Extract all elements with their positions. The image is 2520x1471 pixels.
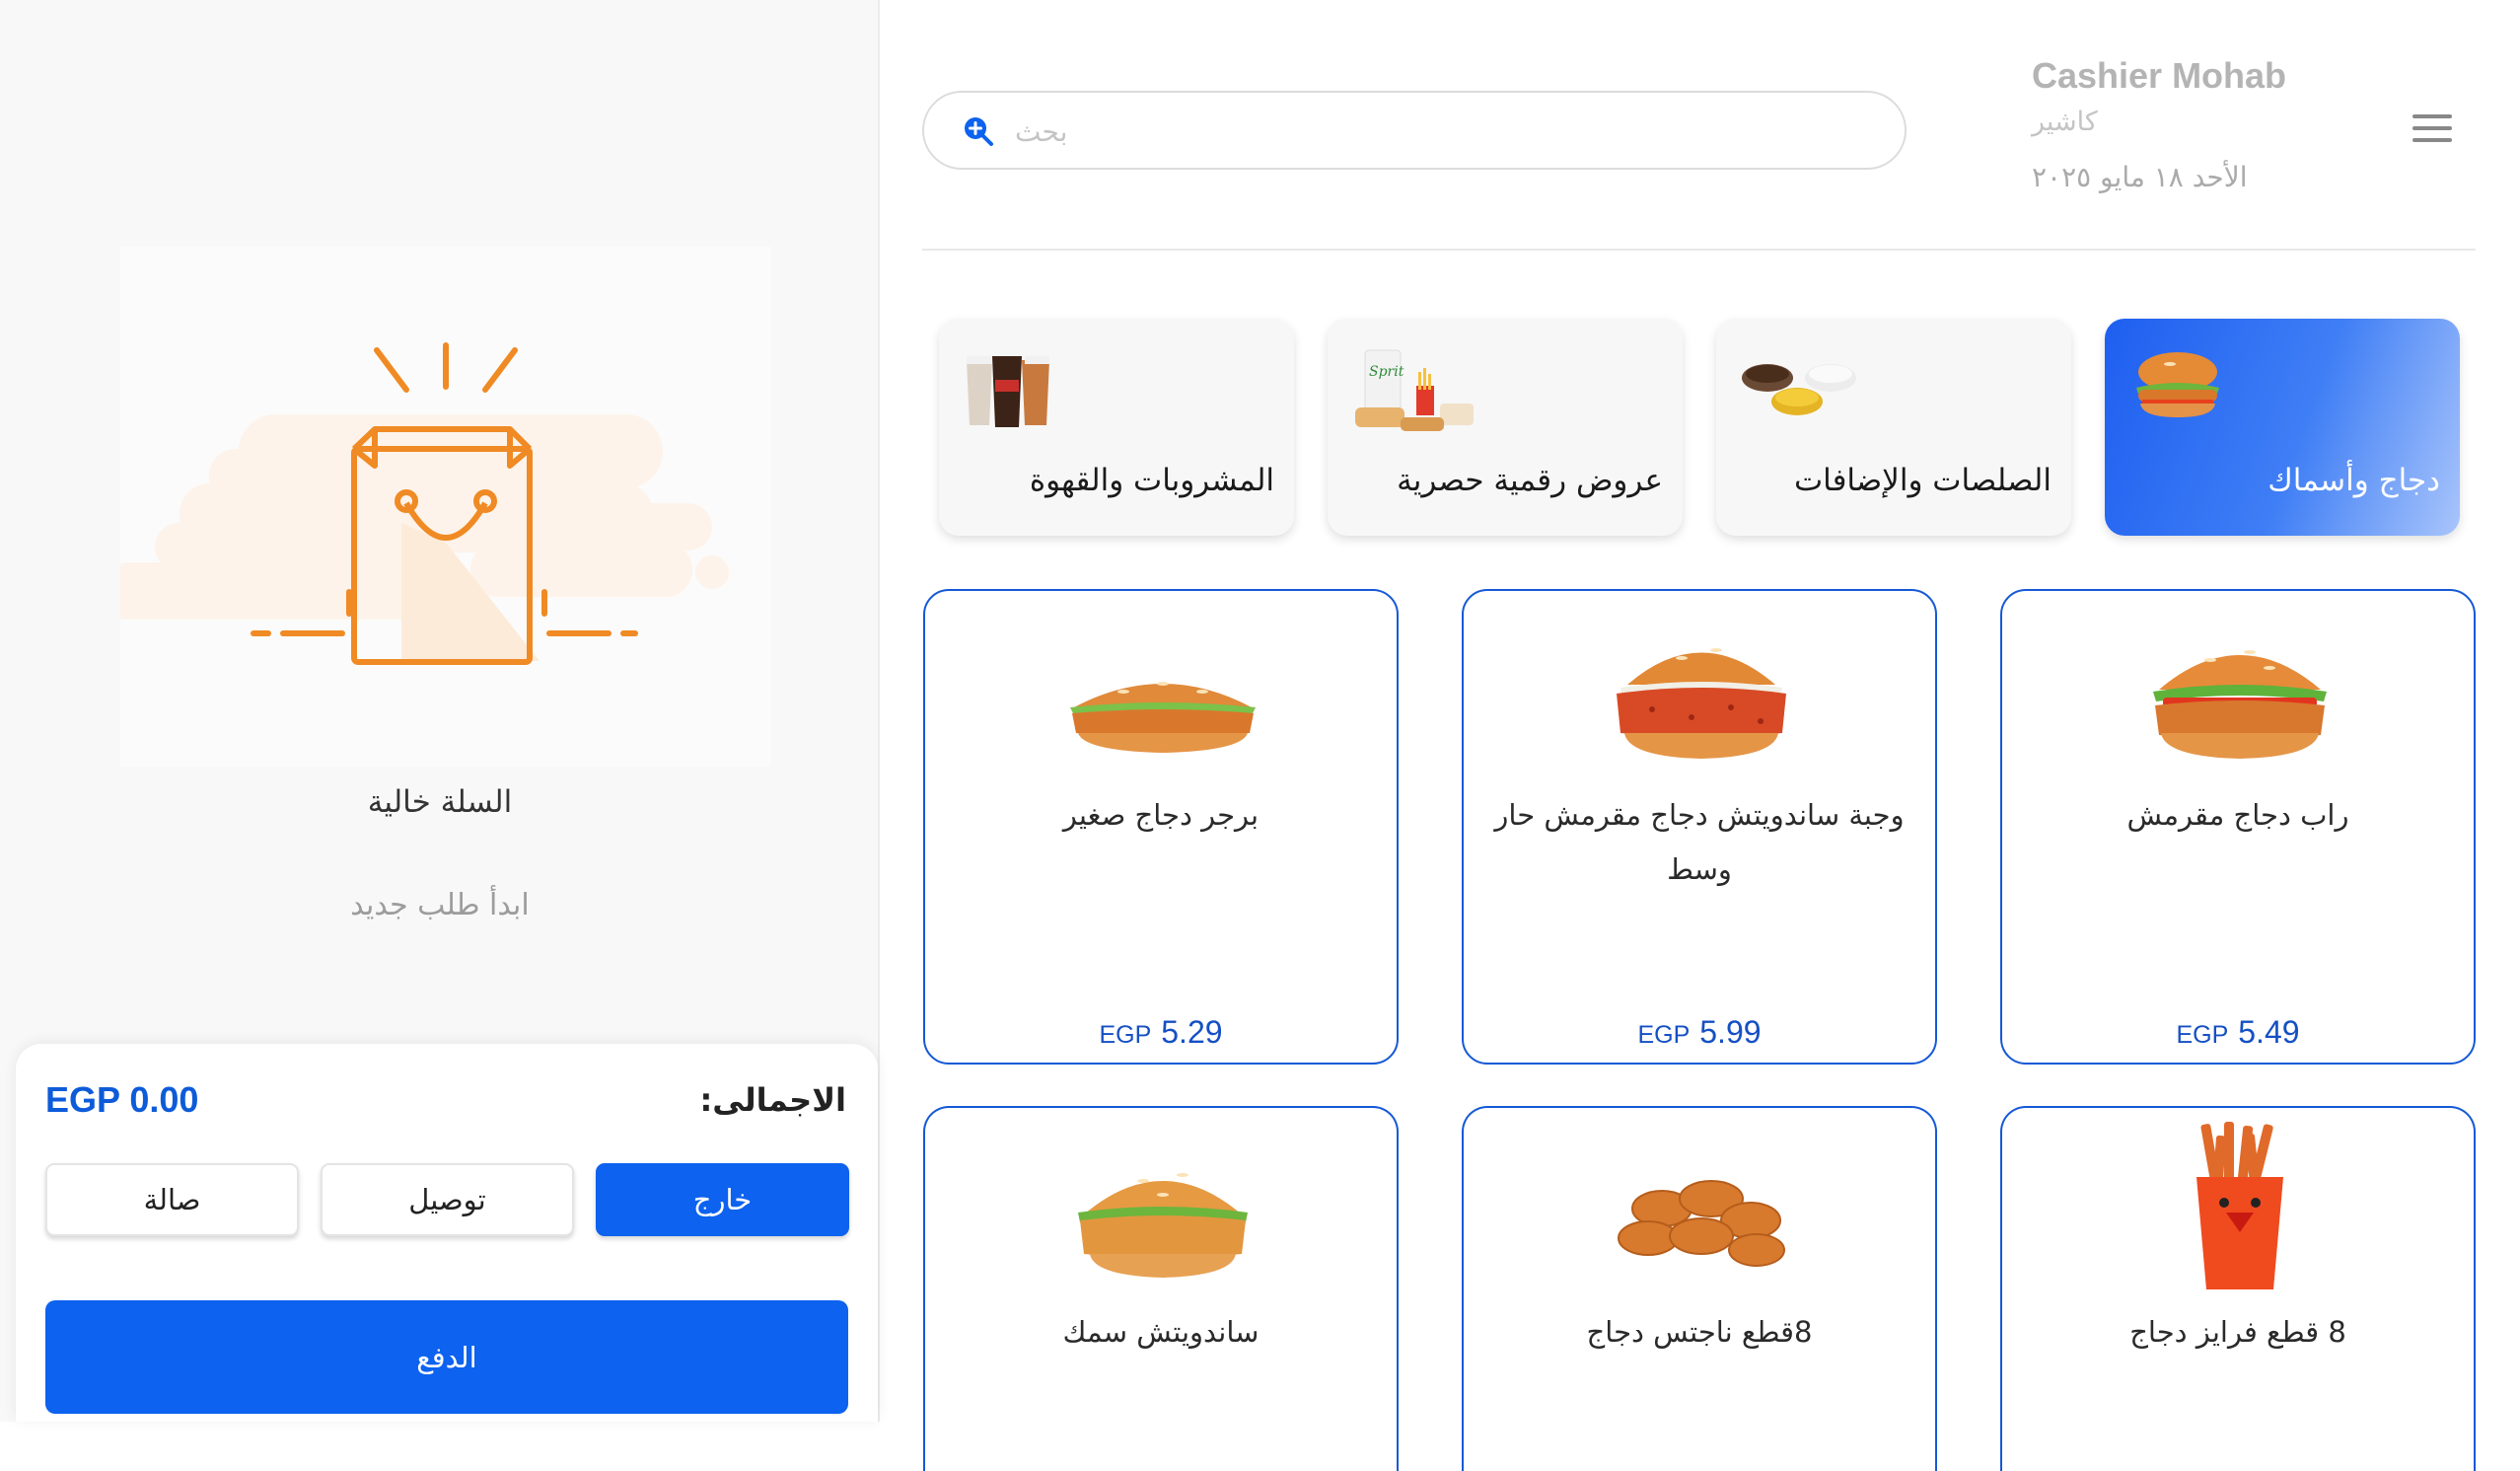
product-price: EGP 5.49 <box>2002 1014 2474 1051</box>
category-digital-offers[interactable]: Sprit عروض رقمية حصرية <box>1328 319 1683 536</box>
pay-button[interactable]: الدفع <box>45 1300 848 1414</box>
spicy-chicken-burger-image <box>1617 648 1786 759</box>
chicken-fries-image <box>2196 1122 2283 1289</box>
product-price-value: 5.29 <box>1161 1014 1223 1050</box>
product-name: 8 قطع فرايز دجاج <box>2129 1315 2346 1349</box>
product-card[interactable]: وجبة ساندويتش دجاج مقرمش حار وسط EGP 5.99 <box>1462 589 1937 1065</box>
order-type-takeaway-button[interactable]: خارج <box>596 1163 849 1236</box>
cart-empty-title: السلة خالية <box>367 784 513 820</box>
category-drinks-coffee[interactable]: المشروبات والقهوة <box>939 319 1294 536</box>
product-currency: EGP <box>2176 1021 2229 1049</box>
drinks-image <box>967 356 1049 427</box>
cart-panel: السلة خالية ابدأ طلب جديد الاجمالى: EGP … <box>0 0 880 1422</box>
cashier-role: كاشير <box>2032 107 2098 137</box>
product-name: ساندويتش سمك <box>1062 1315 1260 1349</box>
hamburger-menu-icon[interactable] <box>2412 114 2452 144</box>
product-price-value: 5.99 <box>1699 1014 1762 1050</box>
search-input[interactable] <box>1013 105 1881 158</box>
category-label: عروض رقمية حصرية <box>1397 463 1663 498</box>
svg-text:Sprit: Sprit <box>1369 364 1404 380</box>
cashier-name: Cashier Mohab <box>2032 55 2287 96</box>
product-currency: EGP <box>1637 1021 1691 1049</box>
total-label: الاجمالى: <box>699 1081 846 1119</box>
product-card[interactable]: 8قطع ناجتس دجاج <box>1462 1106 1937 1471</box>
cart-empty-subtitle: ابدأ طلب جديد <box>350 888 530 922</box>
total-value: EGP 0.00 <box>45 1079 199 1120</box>
product-price: EGP 5.99 <box>1464 1014 1935 1051</box>
product-name: برجر دجاج صغير <box>1062 798 1260 832</box>
category-sauces-sides[interactable]: الصلصات والإضافات <box>1716 319 2071 536</box>
product-price-value: 5.49 <box>2238 1014 2300 1050</box>
crispy-chicken-burger-image <box>2153 650 2327 759</box>
product-currency: EGP <box>1099 1021 1152 1049</box>
product-card[interactable]: راب دجاج مقرمش EGP 5.49 <box>2000 589 2476 1065</box>
sauces-image <box>1742 364 1856 415</box>
product-card[interactable]: ساندويتش سمك <box>923 1106 1399 1471</box>
category-label: دجاج وأسماك <box>2268 463 2440 498</box>
checkout-card: الاجمالى: EGP 0.00 خارج توصيل صالة الدفع <box>16 1044 878 1422</box>
empty-shopping-bag-image <box>101 342 729 665</box>
small-chicken-burger-image <box>1070 682 1256 753</box>
product-price: EGP 5.29 <box>925 1014 1397 1051</box>
product-card[interactable]: 8 قطع فرايز دجاج <box>2000 1106 2476 1471</box>
category-label: الصلصات والإضافات <box>1793 463 2052 498</box>
order-type-delivery-button[interactable]: توصيل <box>321 1163 574 1236</box>
product-card[interactable]: برجر دجاج صغير EGP 5.29 <box>923 589 1399 1065</box>
header-date: الأحد ١٨ مايو ٢٠٢٥ <box>2032 161 2248 193</box>
chicken-nuggets-image <box>1618 1180 1785 1267</box>
category-label: المشروبات والقهوة <box>1029 463 1274 498</box>
fish-sandwich-image <box>1078 1173 1248 1278</box>
product-name: 8قطع ناجتس دجاج <box>1586 1315 1813 1349</box>
product-name: راب دجاج مقرمش <box>2126 798 2349 832</box>
combo-offer-image: Sprit <box>1355 349 1474 431</box>
empty-cart-illustration <box>101 247 771 767</box>
chicken-burger-image <box>2136 352 2219 417</box>
product-name: وجبة ساندويتش دجاج مقرمش حار وسط <box>1494 798 1905 886</box>
category-chicken-fish[interactable]: دجاج وأسماك <box>2105 319 2460 536</box>
search-bar[interactable] <box>922 91 1907 170</box>
order-type-dine-in-button[interactable]: صالة <box>45 1163 299 1236</box>
header-divider <box>922 249 2476 251</box>
search-icon[interactable] <box>962 114 995 148</box>
